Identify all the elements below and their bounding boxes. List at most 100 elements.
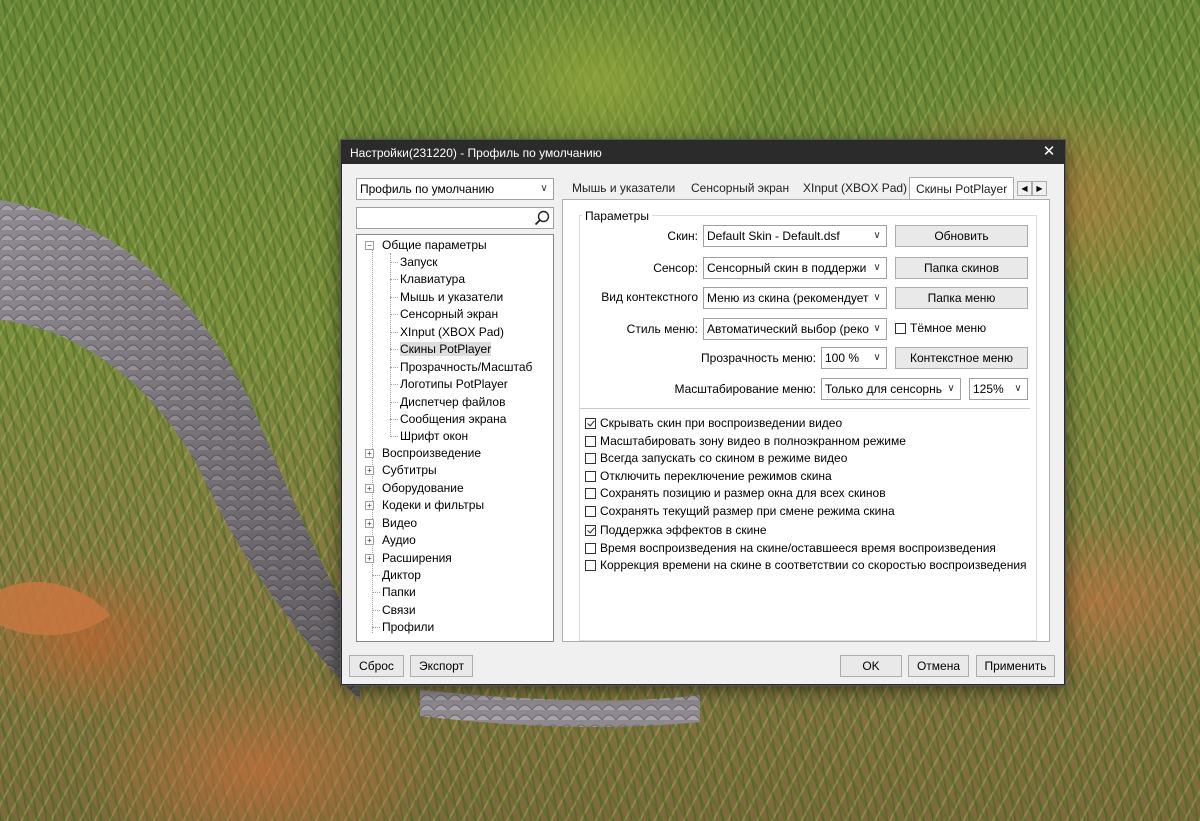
tree-item-touchscreen[interactable]: Сенсорный экран: [400, 306, 498, 323]
chevron-down-icon: ∨: [540, 183, 548, 194]
plus-box-icon[interactable]: +: [365, 536, 374, 545]
menu-scaling-percent-select[interactable]: 125% ∨: [969, 378, 1028, 400]
checkbox-scale-video-fullscreen[interactable]: Масштабировать зону видео в полноэкранно…: [585, 433, 906, 450]
tree-item-extensions[interactable]: + Расширения: [365, 550, 452, 567]
tab-xinput[interactable]: XInput (XBOX Pad): [797, 178, 913, 199]
tab-touchscreen[interactable]: Сенсорный экран: [685, 178, 795, 199]
group-title: Параметры: [582, 209, 652, 223]
export-button[interactable]: Экспорт: [410, 655, 473, 677]
context-menu-select-value: Меню из скина (рекомендует: [707, 291, 869, 305]
tab-skins[interactable]: Скины PotPlayer: [909, 177, 1015, 200]
menu-style-select[interactable]: Автоматический выбор (реко ∨: [703, 318, 887, 340]
checkbox-box[interactable]: [895, 323, 906, 334]
context-menu-select[interactable]: Меню из скина (рекомендует ∨: [703, 287, 887, 309]
minus-box-icon[interactable]: −: [365, 241, 374, 250]
skin-select[interactable]: Default Skin - Default.dsf ∨: [703, 225, 887, 247]
checkbox-box[interactable]: [585, 506, 596, 517]
checkbox-box[interactable]: [585, 418, 596, 429]
plus-box-icon[interactable]: +: [365, 519, 374, 528]
dark-menu-checkbox[interactable]: Тёмное меню: [895, 320, 986, 337]
sensor-select[interactable]: Сенсорный скин в поддержи ∨: [703, 257, 887, 279]
tree-guide-line: [390, 436, 398, 437]
cancel-button[interactable]: Отмена: [908, 655, 969, 677]
menu-folder-button[interactable]: Папка меню: [895, 287, 1028, 309]
tree-item-profiles[interactable]: Профили: [382, 619, 434, 636]
checkbox-hide-skin[interactable]: Скрывать скин при воспроизведении видео: [585, 415, 842, 432]
checkbox-box[interactable]: [585, 543, 596, 554]
menu-scaling-mode-select[interactable]: Только для сенсорнь ∨: [821, 378, 961, 400]
tree-item-xinput[interactable]: XInput (XBOX Pad): [400, 324, 504, 341]
tree-guide-line: [372, 610, 380, 611]
menu-scaling-percent-value: 125%: [973, 382, 1004, 396]
checkbox-skin-effects[interactable]: Поддержка эффектов в скине: [585, 522, 767, 539]
ok-button[interactable]: OK: [840, 655, 902, 677]
tree-item-mouse[interactable]: Мышь и указатели: [400, 289, 503, 306]
tree-item-keyboard[interactable]: Клавиатура: [400, 271, 465, 288]
checkbox-start-with-skin[interactable]: Всегда запускать со скином в режиме виде…: [585, 450, 847, 467]
skins-folder-button[interactable]: Папка скинов: [895, 257, 1028, 279]
sensor-select-value: Сенсорный скин в поддержи: [707, 261, 867, 275]
tab-mouse[interactable]: Мышь и указатели: [566, 178, 681, 199]
tree-guide-line: [390, 279, 398, 280]
plus-box-icon[interactable]: +: [365, 501, 374, 510]
checkbox-box[interactable]: [585, 436, 596, 447]
checkbox-box[interactable]: [585, 471, 596, 482]
checkbox-save-size-mode-change[interactable]: Сохранять текущий размер при смене режим…: [585, 503, 895, 520]
tab-scroll-left-icon[interactable]: ◀: [1017, 181, 1032, 196]
plus-box-icon[interactable]: +: [365, 484, 374, 493]
chevron-down-icon: ∨: [873, 230, 881, 241]
tree-item-video[interactable]: + Видео: [365, 515, 417, 532]
plus-box-icon[interactable]: +: [365, 554, 374, 563]
tree-item-narrator[interactable]: Диктор: [382, 567, 421, 584]
tree-guide-line: [390, 253, 391, 435]
checkbox-disable-mode-switch[interactable]: Отключить переключение режимов скина: [585, 468, 832, 485]
search-icon[interactable]: [534, 210, 550, 226]
context-menu-button[interactable]: Контекстное меню: [895, 347, 1028, 369]
checkbox-box[interactable]: [585, 525, 596, 536]
apply-button[interactable]: Применить: [976, 655, 1055, 677]
tab-scroll-right-icon[interactable]: ▶: [1032, 181, 1047, 196]
tree-item-window-font[interactable]: Шрифт окон: [400, 428, 468, 445]
context-menu-label: Вид контекстного: [601, 290, 698, 304]
separator: [580, 408, 1030, 409]
tree-item-startup[interactable]: Запуск: [400, 254, 438, 271]
tree-guide-line: [390, 262, 398, 263]
tree-item-hardware[interactable]: + Оборудование: [365, 480, 464, 497]
tree-item-skins-selected[interactable]: Скины PotPlayer: [400, 341, 492, 358]
menu-style-label: Стиль меню:: [626, 322, 698, 336]
checkbox-time-correction[interactable]: Коррекция времени на скине в соответстви…: [585, 557, 1027, 574]
profile-select[interactable]: Профиль по умолчанию ∨: [356, 178, 554, 200]
checkbox-save-position-all-skins[interactable]: Сохранять позицию и размер окна для всех…: [585, 485, 886, 502]
tree-guide-line: [390, 419, 398, 420]
checkbox-playback-time[interactable]: Время воспроизведения на скине/оставшеес…: [585, 540, 996, 557]
tree-item-playback[interactable]: + Воспроизведение: [365, 445, 481, 462]
tree-item-logos[interactable]: Логотипы PotPlayer: [400, 376, 508, 393]
tree-item-audio[interactable]: + Аудио: [365, 532, 416, 549]
skin-select-value: Default Skin - Default.dsf: [707, 229, 840, 243]
tree-item-transparency[interactable]: Прозрачность/Масштаб: [400, 359, 532, 376]
tree-item-osd-messages[interactable]: Сообщения экрана: [400, 411, 506, 428]
tree-guide-line: [390, 349, 398, 350]
transparency-select-value: 100 %: [825, 351, 860, 365]
tree-item-general[interactable]: − Общие параметры: [365, 237, 487, 254]
transparency-select[interactable]: 100 % ∨: [821, 347, 887, 369]
checkbox-box[interactable]: [585, 453, 596, 464]
title-bar: Настройки(231220) - Профиль по умолчанию…: [342, 141, 1064, 164]
tree-item-file-manager[interactable]: Диспетчер файлов: [400, 394, 505, 411]
tree-guide-line: [372, 592, 380, 593]
plus-box-icon[interactable]: +: [365, 449, 374, 458]
skin-label: Скин:: [667, 229, 698, 243]
tree-item-associations[interactable]: Связи: [382, 602, 416, 619]
settings-tree[interactable]: − Общие параметры Запуск Клавиатура Мышь…: [356, 234, 554, 642]
close-icon[interactable]: ✕: [1040, 143, 1058, 161]
reset-button[interactable]: Сброс: [349, 655, 404, 677]
tree-item-codecs[interactable]: + Кодеки и фильтры: [365, 497, 484, 514]
checkbox-box[interactable]: [585, 560, 596, 571]
search-input[interactable]: [356, 207, 554, 229]
checkbox-box[interactable]: [585, 488, 596, 499]
refresh-button[interactable]: Обновить: [895, 225, 1028, 247]
tree-item-folders[interactable]: Папки: [382, 584, 416, 601]
plus-box-icon[interactable]: +: [365, 466, 374, 475]
tree-item-subtitles[interactable]: + Субтитры: [365, 462, 437, 479]
chevron-down-icon: ∨: [947, 383, 955, 394]
